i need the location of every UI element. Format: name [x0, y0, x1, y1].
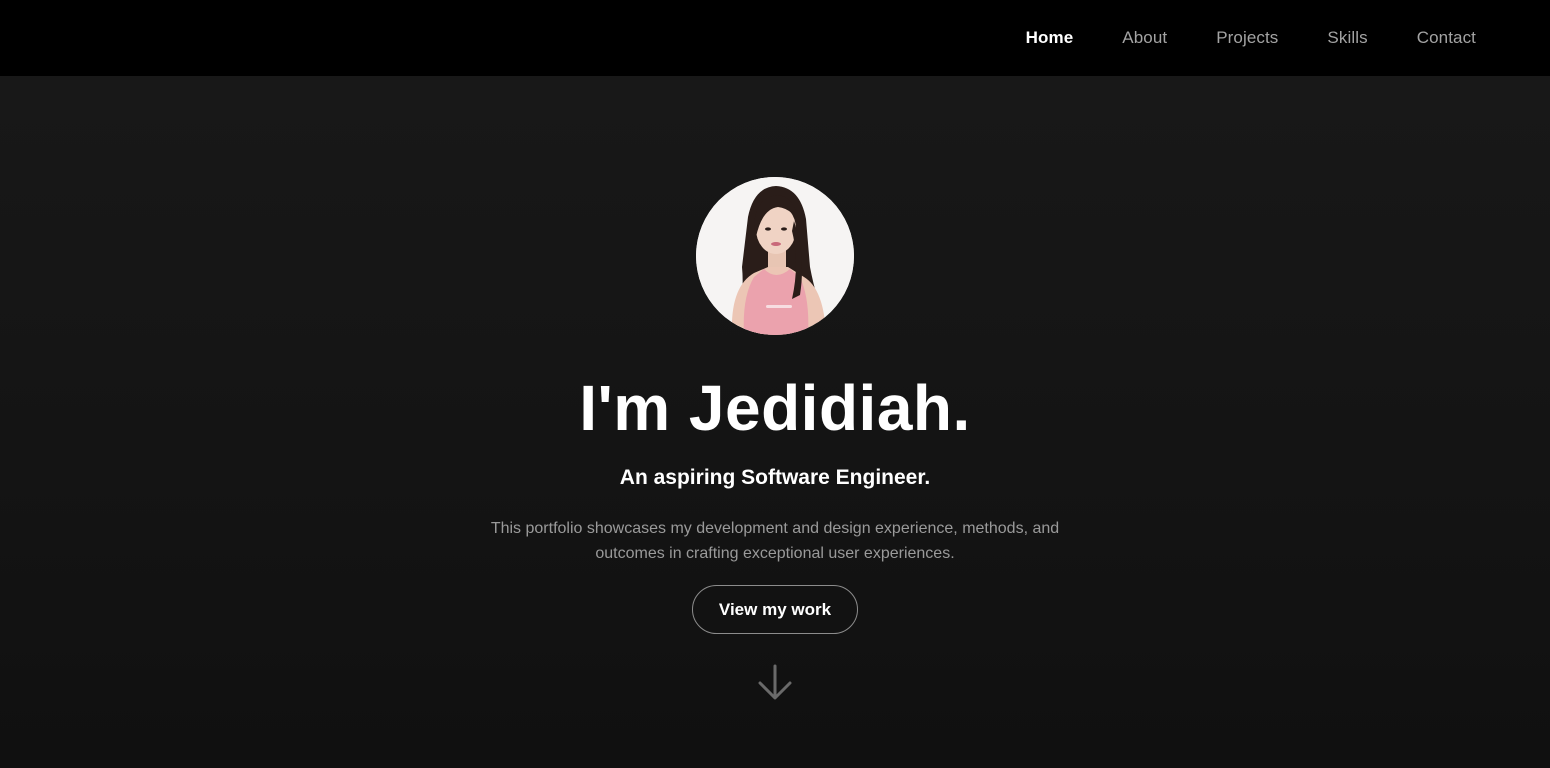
nav-links: Home About Projects Skills Contact — [1026, 0, 1476, 76]
profile-avatar — [696, 177, 854, 335]
hero-section: I'm Jedidiah. An aspiring Software Engin… — [0, 76, 1550, 768]
hero-description-line1: This portfolio showcases my development … — [490, 520, 1060, 537]
nav-about-link[interactable]: About — [1122, 28, 1167, 48]
hero-title: I'm Jedidiah. — [579, 372, 971, 444]
view-my-work-button[interactable]: View my work — [692, 585, 858, 634]
top-navbar: Home About Projects Skills Contact — [0, 0, 1550, 76]
hero-subtitle: An aspiring Software Engineer. — [619, 466, 931, 489]
nav-skills-link[interactable]: Skills — [1327, 28, 1367, 48]
nav-home-link[interactable]: Home — [1026, 28, 1074, 48]
hero-description: This portfolio showcases my development … — [465, 516, 1085, 566]
nav-contact-link[interactable]: Contact — [1417, 28, 1476, 48]
hero-description-line2: outcomes in crafting exceptional user ex… — [595, 545, 955, 562]
nav-projects-link[interactable]: Projects — [1216, 28, 1278, 48]
profile-photo-icon — [696, 177, 854, 335]
arrow-down-icon[interactable] — [756, 663, 794, 701]
